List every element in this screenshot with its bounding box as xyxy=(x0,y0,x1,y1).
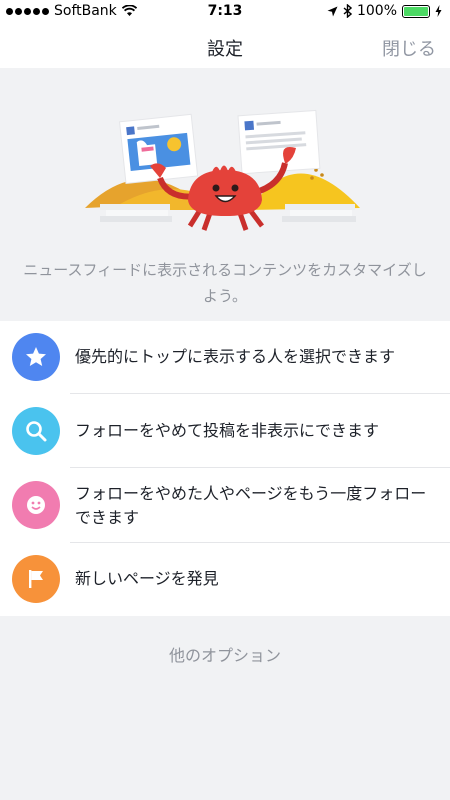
option-prioritize-row[interactable]: 優先的にトップに表示する人を選択できます xyxy=(0,321,450,394)
location-icon xyxy=(327,6,338,16)
hero-description: ニュースフィードに表示されるコンテンツをカスタマイズしよう。 xyxy=(23,261,427,305)
crab-illustration xyxy=(85,109,360,231)
more-options-link[interactable]: 他のオプション xyxy=(0,642,450,666)
options-list: 優先的にトップに表示する人を選択できます フォローをやめて投稿を非表示にできます… xyxy=(0,321,450,616)
option-refollow-row[interactable]: フォローをやめた人やページをもう一度フォローできます xyxy=(0,468,450,543)
battery-icon xyxy=(402,4,430,18)
option-discover-label: 新しいページを発見 xyxy=(75,569,219,588)
option-prioritize-label: 優先的にトップに表示する人を選択できます xyxy=(75,347,396,366)
charging-icon xyxy=(435,5,442,17)
option-unfollow-label: フォローをやめて投稿を非表示にできます xyxy=(75,421,380,440)
option-unfollow-row[interactable]: フォローをやめて投稿を非表示にできます xyxy=(0,394,450,468)
search-icon xyxy=(12,407,60,455)
status-bar: SoftBank 7:13 100% xyxy=(0,0,450,24)
battery-percent: 100% xyxy=(356,3,397,19)
close-button[interactable]: 閉じる xyxy=(382,35,436,61)
flag-icon xyxy=(12,555,60,603)
smile-icon xyxy=(12,481,60,529)
option-refollow-label: フォローをやめた人やページをもう一度フォローできます xyxy=(75,484,427,527)
hero-section: ニュースフィードに表示されるコンテンツをカスタマイズしよう。 xyxy=(0,68,450,320)
bluetooth-icon xyxy=(343,4,352,18)
option-discover-row[interactable]: 新しいページを発見 xyxy=(0,543,450,616)
navigation-bar: 設定 閉じる xyxy=(0,24,450,68)
star-icon xyxy=(12,333,60,381)
